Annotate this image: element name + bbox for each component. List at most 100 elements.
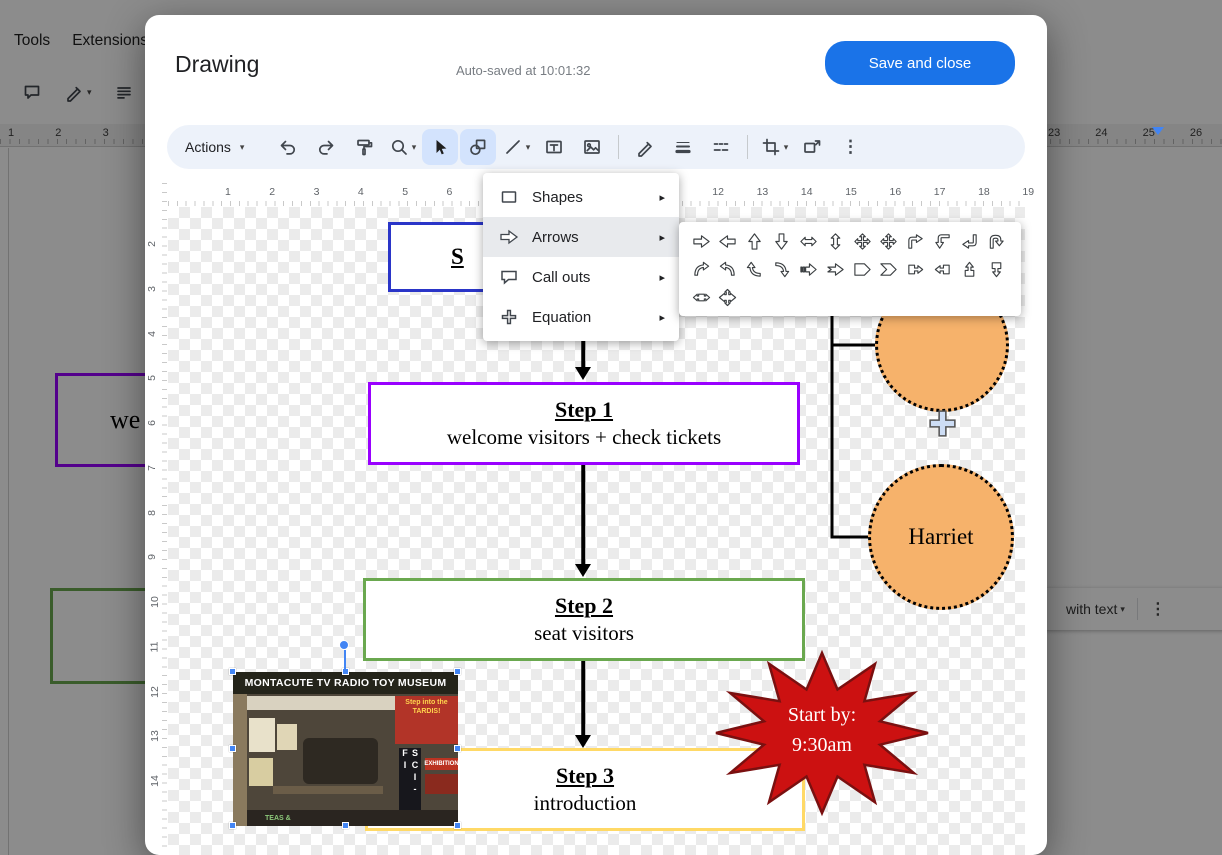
step-subtitle: seat visitors (534, 620, 634, 647)
museum-poster-exhibition: EXHIBITION (425, 758, 458, 770)
u-turn-arrow-icon[interactable] (984, 230, 1008, 252)
step-title: Step 2 (555, 592, 613, 621)
notched-right-arrow-icon[interactable] (823, 258, 847, 280)
step-title: Step 1 (555, 396, 613, 425)
ruler-number: 4 (358, 186, 364, 198)
undo-button[interactable] (270, 129, 306, 165)
submenu-arrow-icon: ▸ (659, 231, 665, 244)
chevron-down-icon: ▾ (784, 142, 789, 153)
replace-image-button[interactable] (794, 129, 830, 165)
chevron-icon[interactable] (877, 258, 901, 280)
museum-image[interactable]: MONTACUTE TV RADIO TOY MUSEUM Step into … (233, 672, 458, 826)
bent-arrow-icon[interactable] (904, 230, 928, 252)
left-up-arrow-icon[interactable] (957, 230, 981, 252)
bent-up-arrow-icon[interactable] (931, 230, 955, 252)
curved-down-arrow-icon[interactable] (770, 258, 794, 280)
ruler-margin-marker (1152, 127, 1164, 135)
striped-right-arrow-icon[interactable] (796, 258, 820, 280)
rotation-handle[interactable] (339, 640, 349, 650)
left-right-arrow-callout-icon[interactable] (689, 286, 713, 308)
line-weight-button[interactable] (665, 129, 701, 165)
museum-curtain (247, 696, 395, 710)
left-right-up-arrow-icon[interactable] (877, 230, 901, 252)
start-shape-text: S (451, 244, 464, 270)
curved-right-arrow-icon[interactable] (689, 258, 713, 280)
down-arrow-callout-icon[interactable] (984, 258, 1008, 280)
redo-icon (316, 137, 336, 157)
menu-item-arrows[interactable]: Arrows▸ (483, 217, 679, 257)
menu-item-call-outs[interactable]: Call outs▸ (483, 257, 679, 297)
crop-button[interactable]: ▾ (756, 129, 792, 165)
menu-item-equation[interactable]: Equation▸ (483, 297, 679, 337)
down-arrow-icon[interactable] (770, 230, 794, 252)
left-right-arrow-icon[interactable] (796, 230, 820, 252)
line-weight-icon (673, 137, 693, 157)
up-arrow-icon[interactable] (743, 230, 767, 252)
selection-handle[interactable] (454, 668, 461, 675)
ruler-number: 19 (1022, 186, 1034, 198)
flow-arrow-3[interactable] (575, 661, 591, 748)
step-subtitle: welcome visitors + check tickets (447, 424, 721, 451)
selection-handle[interactable] (454, 822, 461, 829)
step-box-1[interactable]: Step 1welcome visitors + check tickets (368, 382, 800, 465)
select-button[interactable] (422, 129, 458, 165)
crop-icon (761, 137, 781, 157)
ruler-number: 13 (757, 186, 769, 198)
shape-icon (468, 137, 488, 157)
selection-handle[interactable] (229, 745, 236, 752)
starburst-shape[interactable]: Start by: 9:30am (712, 648, 932, 818)
chevron-down-icon: ▾ (240, 142, 245, 153)
ruler-number: 1 (225, 186, 231, 198)
equation-icon (499, 307, 519, 327)
shape-button[interactable] (460, 129, 496, 165)
harriet-circle[interactable]: Harriet (868, 464, 1014, 610)
selection-handle[interactable] (229, 822, 236, 829)
museum-poster (425, 774, 458, 794)
curved-left-arrow-icon[interactable] (716, 258, 740, 280)
museum-shelf (273, 786, 383, 794)
quad-arrow-callout-icon[interactable] (716, 286, 740, 308)
menu-item-shapes[interactable]: Shapes▸ (483, 177, 679, 217)
museum-frame (233, 694, 247, 826)
left-arrow-callout-icon[interactable] (931, 258, 955, 280)
more-button[interactable]: ⋮ (832, 129, 868, 165)
zoom-button[interactable]: ▾ (384, 129, 420, 165)
image-icon (582, 137, 602, 157)
line-icon (503, 137, 523, 157)
quad-arrow-icon[interactable] (850, 230, 874, 252)
ruler-number: 5 (402, 186, 408, 198)
line-dash-icon (711, 137, 731, 157)
ruler-number: 6 (447, 186, 453, 198)
ruler-number: 5 (146, 375, 158, 381)
ruler-number: 13 (149, 730, 161, 742)
paint-format-button[interactable] (346, 129, 382, 165)
flow-arrow-2[interactable] (575, 465, 591, 577)
selection-handle[interactable] (229, 668, 236, 675)
right-arrow-callout-icon[interactable] (904, 258, 928, 280)
text-box-button[interactable] (536, 129, 572, 165)
step-subtitle: introduction (534, 790, 637, 817)
line-button[interactable]: ▾ (498, 129, 534, 165)
ruler-number: 2 (269, 186, 275, 198)
dialog-title: Drawing (175, 51, 259, 78)
step-title: Step 3 (556, 762, 614, 791)
actions-button[interactable]: Actions▾ (175, 129, 254, 165)
insert-cursor-icon (929, 410, 956, 437)
up-down-arrow-icon[interactable] (823, 230, 847, 252)
border-color-button[interactable] (627, 129, 663, 165)
curved-up-arrow-icon[interactable] (743, 258, 767, 280)
border-color-icon (635, 137, 655, 157)
drawing-dialog: Drawing Auto-saved at 10:01:32 Save and … (145, 15, 1047, 855)
save-and-close-button[interactable]: Save and close (825, 41, 1015, 85)
selection-handle[interactable] (342, 822, 349, 829)
up-arrow-callout-icon[interactable] (957, 258, 981, 280)
redo-button[interactable] (308, 129, 344, 165)
menu-item-label: Equation (532, 309, 646, 326)
drawing-toolbar: Actions▾▾▾▾⋮ (167, 125, 1025, 169)
image-button[interactable] (574, 129, 610, 165)
pentagon-icon[interactable] (850, 258, 874, 280)
right-arrow-icon[interactable] (689, 230, 713, 252)
selection-handle[interactable] (454, 745, 461, 752)
left-arrow-icon[interactable] (716, 230, 740, 252)
line-dash-button[interactable] (703, 129, 739, 165)
